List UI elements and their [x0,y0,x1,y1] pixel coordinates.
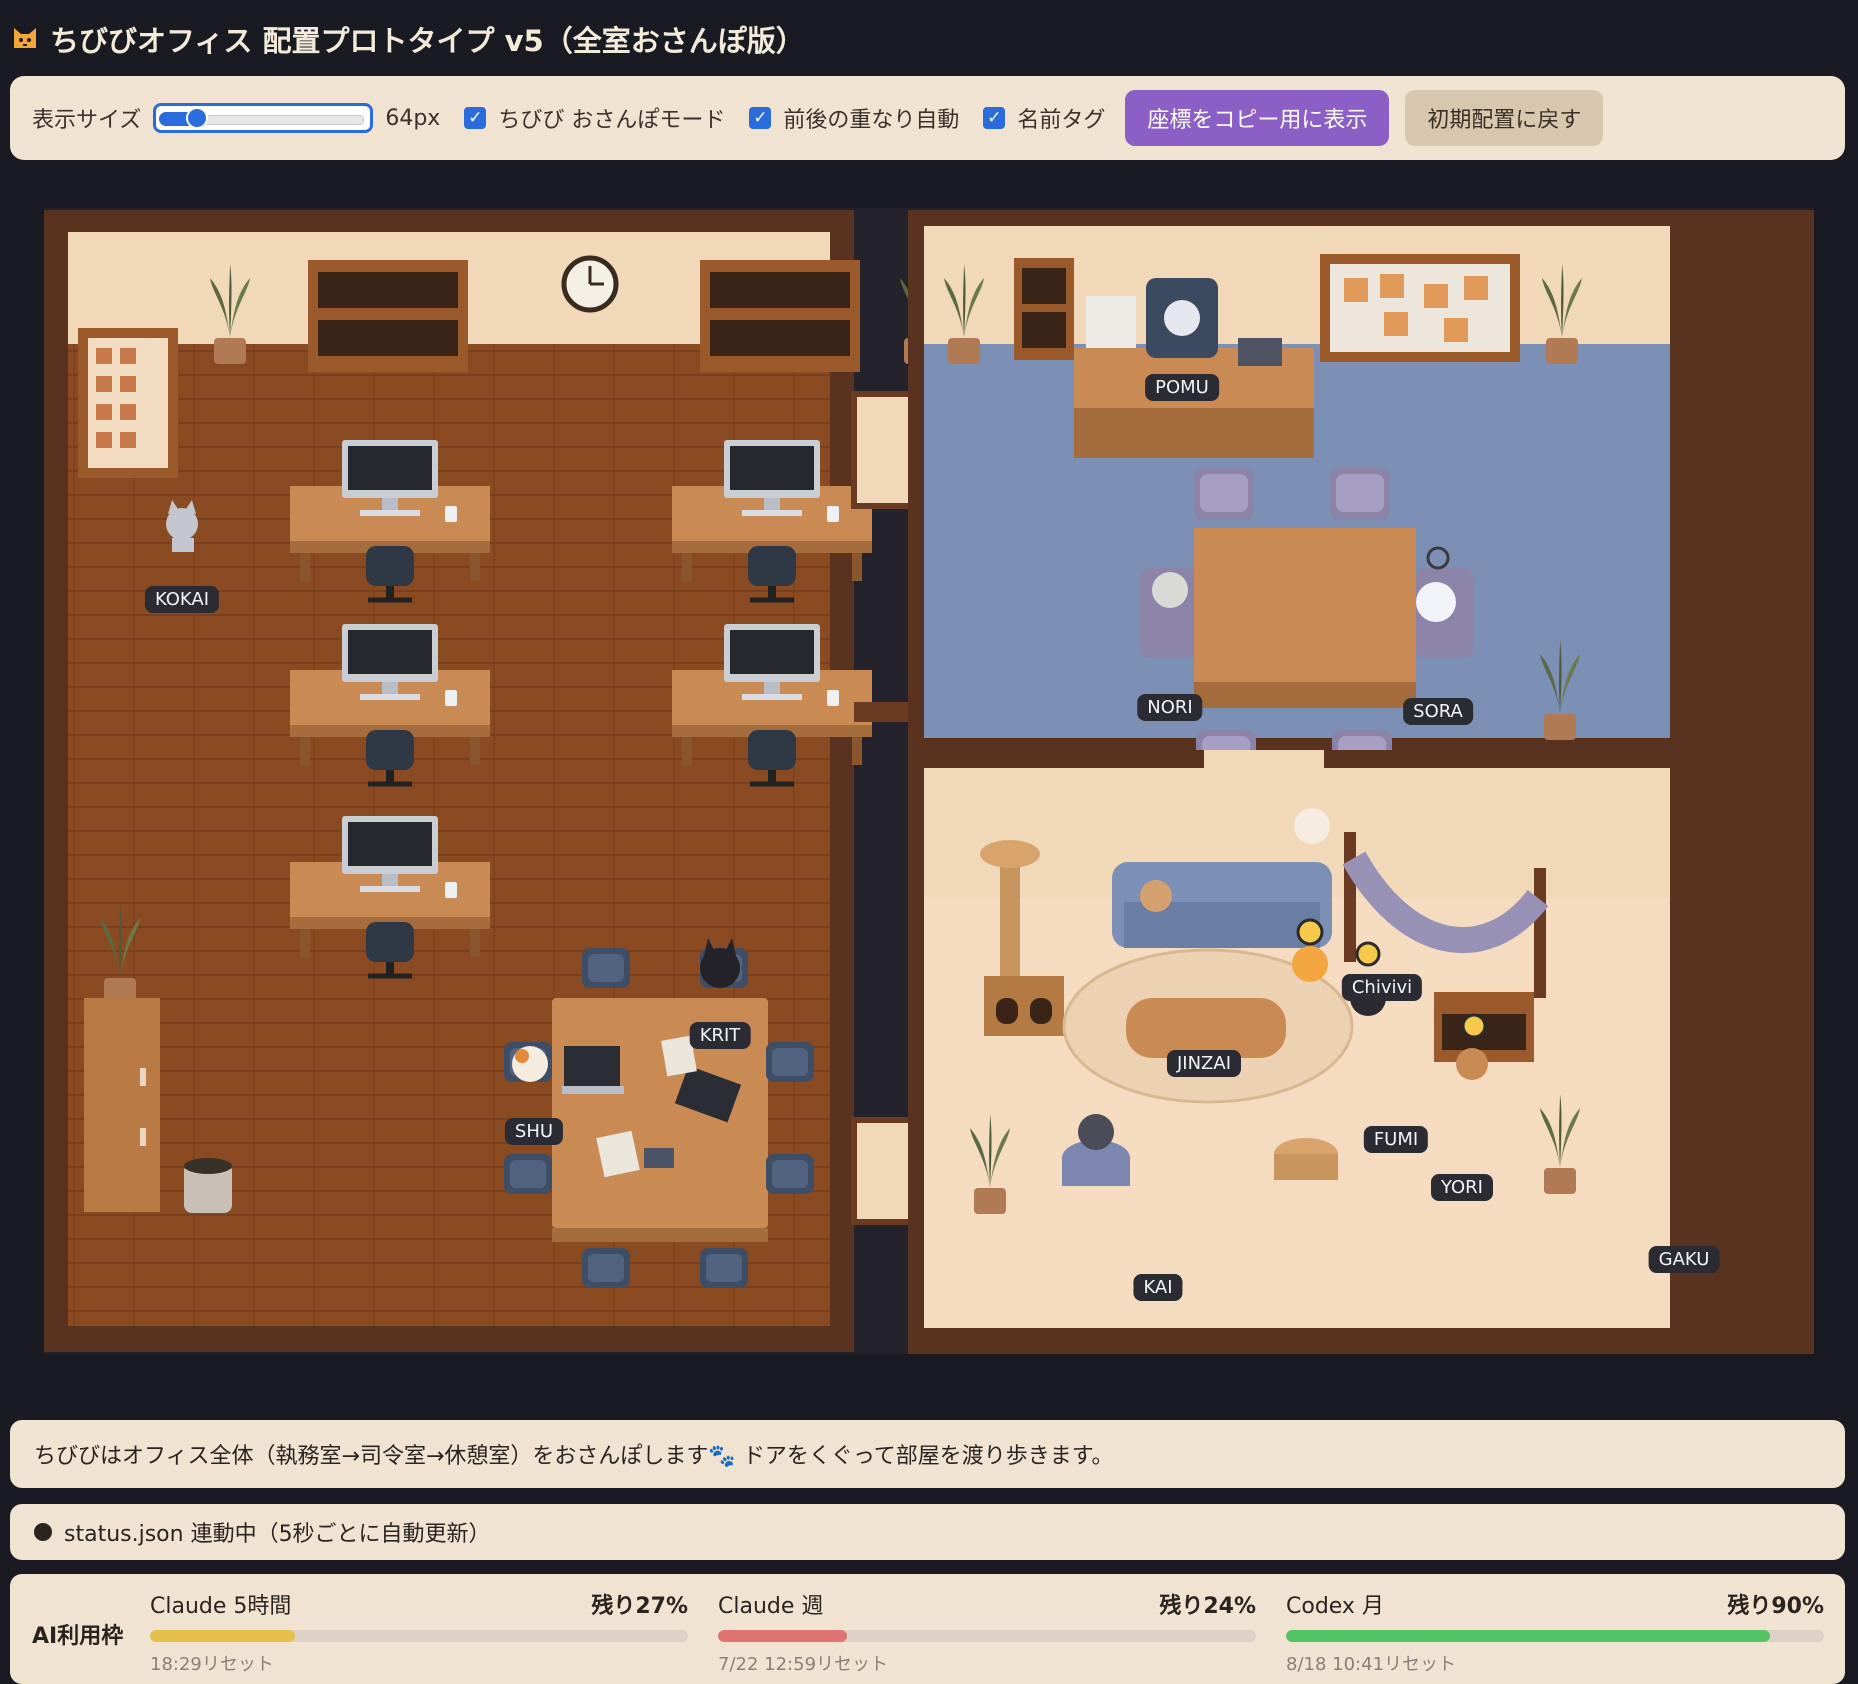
tag-fumi: FUMI [1363,1126,1429,1153]
reset-layout-button[interactable]: 初期配置に戻す [1405,90,1604,146]
status-dot-icon [34,1523,52,1541]
ai-usage-panel: AI利用枠 Claude 5時間 残り27% 18:29リセット Claude … [10,1574,1845,1684]
meter-bar [1286,1630,1824,1642]
meter-bar [718,1630,1256,1642]
tag-gaku: GAKU [1648,1246,1720,1273]
walk-mode-label[interactable]: ちびび おさんぽモード [498,102,725,134]
size-slider-knob[interactable] [186,107,209,129]
status-text: status.json 連動中（5秒ごとに自動更新） [64,1522,491,1547]
meter-reset: 7/22 12:59リセット [718,1654,889,1675]
meter-fill [150,1630,296,1642]
meter-name: Claude 週 [718,1594,824,1619]
walk-mode-checkbox[interactable]: ✓ [464,107,487,129]
meter-bar [150,1630,688,1642]
size-slider-track [196,115,365,125]
office-map-canvas [44,208,1814,1354]
walk-note-text: ちびびはオフィス全体（執務室→司令室→休憩室）をおさんぽします🐾 ドアをくぐって… [34,1444,1114,1469]
meter-claude-week: Claude 週 残り24% 7/22 12:59リセット [718,1588,1256,1676]
ai-usage-label: AI利用枠 [32,1624,124,1649]
tag-nori: NORI [1137,694,1203,721]
name-tag-checkbox[interactable]: ✓ [983,107,1006,129]
tag-chivivi: Chivivi [1341,974,1423,1001]
meter-claude-5h: Claude 5時間 残り27% 18:29リセット [150,1588,688,1676]
meter-name: Claude 5時間 [150,1594,292,1619]
status-bar: status.json 連動中（5秒ごとに自動更新） [10,1504,1845,1560]
meter-remaining: 残り27% [591,1594,688,1619]
size-slider[interactable] [153,103,374,133]
office-map: KOKAI POMU NORI SORA KRIT SHU Chivivi JI… [44,208,1814,1354]
meter-codex-month: Codex 月 残り90% 8/18 10:41リセット [1286,1588,1824,1676]
auto-overlap-label[interactable]: 前後の重なり自動 [783,102,959,134]
meter-reset: 8/18 10:41リセット [1286,1654,1457,1675]
auto-overlap-checkbox[interactable]: ✓ [749,107,772,129]
page-title: ちびびオフィス 配置プロトタイプ v5（全室おさんぽ版） [50,24,805,58]
meter-reset: 18:29リセット [150,1654,274,1675]
tag-pomu: POMU [1145,374,1219,401]
size-value: 64px [385,105,441,131]
tag-jinzai: JINZAI [1166,1050,1242,1077]
name-tag-label[interactable]: 名前タグ [1017,102,1105,134]
app-title-bar: ちびびオフィス 配置プロトタイプ v5（全室おさんぽ版） [10,14,805,64]
tag-krit: KRIT [689,1022,751,1049]
tag-shu: SHU [504,1118,564,1145]
cat-logo-icon [14,28,36,48]
tag-yori: YORI [1431,1174,1493,1201]
meter-fill [1286,1630,1771,1642]
meter-name: Codex 月 [1286,1594,1384,1619]
walk-note: ちびびはオフィス全体（執務室→司令室→休憩室）をおさんぽします🐾 ドアをくぐって… [10,1420,1845,1488]
copy-coords-button[interactable]: 座標をコピー用に表示 [1125,90,1390,146]
tag-sora: SORA [1403,698,1473,725]
toolbar: 表示サイズ 64px ✓ ちびび おさんぽモード ✓ 前後の重なり自動 ✓ 名前… [10,76,1845,160]
size-label: 表示サイズ [32,108,142,133]
meter-fill [718,1630,848,1642]
tag-kai: KAI [1133,1274,1183,1301]
meter-remaining: 残り90% [1727,1594,1824,1619]
tag-kokai: KOKAI [144,586,220,613]
meter-remaining: 残り24% [1159,1594,1256,1619]
